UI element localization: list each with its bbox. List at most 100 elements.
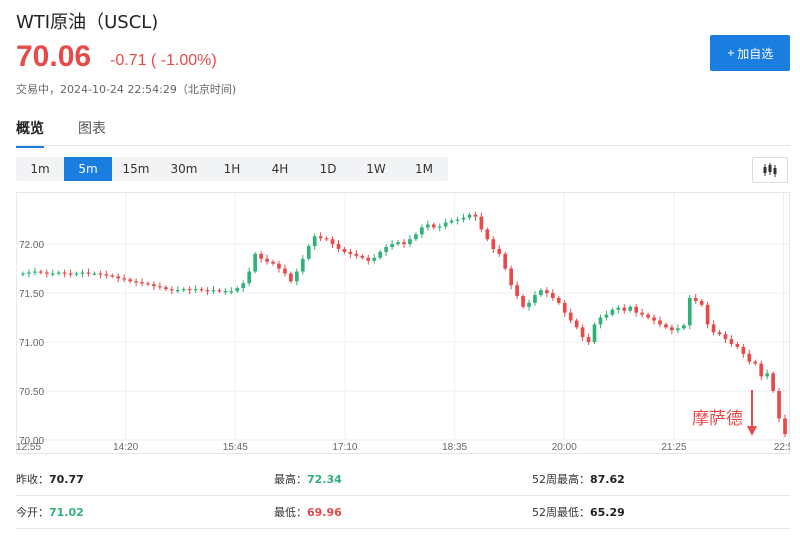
candle-body	[74, 273, 79, 275]
candle-body	[247, 271, 252, 284]
candle-body	[765, 373, 770, 377]
candle-body	[128, 279, 132, 282]
period-1w[interactable]: 1W	[352, 157, 400, 181]
period-1d[interactable]: 1D	[304, 157, 352, 181]
candle-body	[169, 289, 174, 291]
candle-body	[229, 291, 234, 293]
candle-body	[175, 290, 180, 292]
candle-body	[414, 234, 418, 240]
candle-body	[294, 271, 299, 282]
candle-body	[33, 271, 37, 273]
candle-body	[473, 214, 478, 217]
candle-body	[62, 272, 67, 274]
y-tick-label: 72.00	[19, 240, 44, 251]
candle-body	[289, 273, 293, 282]
candle-body	[622, 307, 627, 311]
candle-body	[503, 253, 508, 269]
candle-body	[634, 306, 639, 313]
candle-body	[396, 242, 400, 245]
candle-body	[610, 309, 615, 315]
stat-52w-high: 52周最高：87.62	[532, 471, 790, 487]
candle-body	[283, 268, 287, 274]
candle-body	[729, 339, 734, 344]
stat-label: 昨收：	[16, 473, 49, 486]
candle-body	[723, 334, 728, 340]
period-5m[interactable]: 5m	[64, 157, 112, 181]
candle-body	[342, 248, 347, 252]
period-1mo[interactable]: 1M	[400, 157, 448, 181]
candle-body	[455, 219, 460, 221]
period-4h[interactable]: 4H	[256, 157, 304, 181]
period-30m[interactable]: 30m	[160, 157, 208, 181]
candle-body	[152, 284, 156, 287]
candle-body	[217, 290, 222, 292]
candle-body	[658, 320, 662, 325]
candle-body	[681, 325, 686, 329]
instrument-title: WTI原油（USCL)	[16, 12, 159, 33]
candle-body	[598, 317, 603, 325]
candle-body	[348, 251, 353, 254]
candle-body	[699, 300, 704, 305]
candle-body	[777, 391, 781, 419]
period-1m[interactable]: 1m	[16, 157, 64, 181]
candle-body	[158, 286, 162, 288]
candle-body	[372, 257, 377, 261]
candle-body	[527, 302, 531, 307]
chart-type-button[interactable]	[752, 157, 788, 183]
candle-body	[717, 332, 722, 335]
candle-body	[235, 288, 240, 292]
candle-body	[68, 273, 73, 275]
stat-label: 今开：	[16, 506, 49, 519]
candle-body	[693, 297, 698, 301]
candle-body	[425, 224, 430, 228]
last-price: 70.06	[16, 40, 92, 73]
candle-body	[449, 220, 454, 223]
candle-body	[378, 251, 383, 258]
candle-body	[408, 239, 412, 245]
tabs-divider	[16, 145, 790, 146]
candle-body	[497, 248, 502, 254]
candle-body	[539, 290, 543, 296]
candle-body	[574, 320, 579, 328]
stat-label: 最低：	[274, 506, 307, 519]
candle-body	[300, 258, 305, 272]
stat-value: 65.29	[590, 506, 625, 519]
tab-overview[interactable]: 概览	[16, 118, 44, 148]
y-tick-label: 71.00	[19, 338, 44, 349]
period-1h[interactable]: 1H	[208, 157, 256, 181]
plus-icon: +	[726, 47, 736, 59]
candle-body	[38, 271, 43, 273]
candle-body	[187, 289, 192, 291]
candle-body	[461, 217, 466, 220]
candle-body	[104, 274, 109, 276]
candle-body	[747, 353, 752, 362]
candle-body	[509, 268, 514, 286]
candlestick-icon	[763, 163, 777, 177]
candle-body	[753, 361, 758, 364]
stat-value: 71.02	[49, 506, 84, 519]
candle-body	[545, 290, 549, 294]
candle-body	[485, 229, 490, 240]
candle-body	[306, 246, 311, 259]
add-watchlist-button[interactable]: + 加自选	[710, 35, 790, 71]
stat-label: 52周最高：	[532, 473, 590, 486]
candle-body	[735, 344, 740, 347]
price-chart[interactable]: 72.0071.5071.0070.5070.0012:55 14:20 15:45…	[16, 192, 790, 454]
candle-body	[390, 244, 394, 248]
candle-body	[533, 295, 537, 303]
stat-open: 今开：71.02	[16, 504, 274, 520]
candle-body	[443, 222, 448, 227]
candle-body	[783, 418, 787, 435]
candle-body	[259, 253, 263, 259]
candle-body	[676, 328, 680, 331]
candle-body	[420, 227, 424, 235]
candle-body	[324, 238, 329, 240]
stat-low: 最低：69.96	[274, 504, 532, 520]
tab-chart[interactable]: 图表	[78, 118, 106, 148]
candle-body	[241, 283, 246, 289]
candle-body	[211, 290, 216, 292]
candle-body	[336, 244, 341, 249]
candle-body	[21, 273, 25, 275]
x-tick-label: 22:5	[774, 442, 790, 453]
period-15m[interactable]: 15m	[112, 157, 160, 181]
